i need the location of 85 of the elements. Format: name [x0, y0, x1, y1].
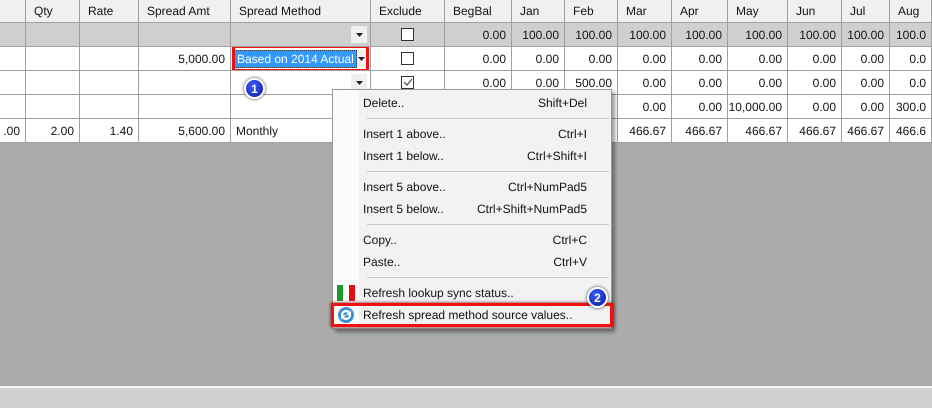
table-cell	[80, 95, 139, 119]
caret-icon	[356, 32, 362, 36]
column-header[interactable]: BegBal	[445, 0, 512, 23]
column-header[interactable]: Qty	[26, 0, 80, 23]
table-cell: 0.00	[788, 47, 842, 71]
table-cell: 0.00	[728, 71, 788, 95]
table-cell: 5,000.00	[139, 47, 231, 71]
table-cell	[26, 95, 80, 119]
table-cell: 0.00	[672, 71, 728, 95]
refresh-icon	[337, 306, 355, 324]
menu-item[interactable]: Refresh lookup sync status..	[333, 282, 587, 304]
menu-item[interactable]: Insert 5 above.. Ctrl+NumPad5	[333, 176, 587, 198]
table-cell: 100.00	[728, 23, 788, 47]
table-cell	[80, 23, 139, 47]
table-cell: 100.00	[565, 23, 618, 47]
column-header[interactable]: Apr	[672, 0, 728, 23]
table-cell: 466.67	[618, 119, 672, 143]
menu-item[interactable]: Insert 1 below.. Ctrl+Shift+I	[333, 145, 587, 167]
menu-item[interactable]: Delete.. Shift+Del	[333, 92, 587, 114]
table-cell: 0.00	[842, 47, 890, 71]
table-cell: 1.40	[80, 119, 139, 143]
menu-item[interactable]: Insert 5 below.. Ctrl+Shift+NumPad5	[333, 198, 587, 220]
table-cell	[0, 95, 26, 119]
table-cell	[80, 47, 139, 71]
caret-icon	[356, 80, 362, 84]
table-cell: 0.00	[842, 95, 890, 119]
table-cell: 100.00	[788, 23, 842, 47]
table-cell: 466.67	[788, 119, 842, 143]
column-header[interactable]: Exclude	[371, 0, 445, 23]
menu-item[interactable]: Paste.. Ctrl+V	[333, 251, 587, 273]
table-cell	[26, 23, 80, 47]
column-header[interactable]: Spread Method	[231, 0, 371, 23]
table-cell: 5,600.00	[139, 119, 231, 143]
column-header[interactable]: Mar	[618, 0, 672, 23]
flag-icon	[337, 284, 355, 302]
menu-item[interactable]: Refresh spread method source values..	[333, 304, 587, 326]
table-cell	[0, 47, 26, 71]
table-cell: 100.00	[512, 23, 565, 47]
column-header[interactable]: Feb	[565, 0, 618, 23]
table-cell: 0.00	[618, 71, 672, 95]
table-cell: 100.00	[618, 23, 672, 47]
scrollbar[interactable]	[0, 386, 932, 408]
table-cell: 466.67	[728, 119, 788, 143]
menu-item[interactable]: Copy.. Ctrl+C	[333, 229, 587, 251]
table-cell: 0.00	[842, 71, 890, 95]
table-cell: 300.0	[890, 95, 932, 119]
table-cell: 100.00	[842, 23, 890, 47]
table-cell: 0.00	[565, 47, 618, 71]
table-cell: 0.00	[445, 23, 512, 47]
table-cell: 100.00	[672, 23, 728, 47]
table-cell: 0.00	[445, 47, 512, 71]
column-header[interactable]: Jan	[512, 0, 565, 23]
table-cell	[0, 71, 26, 95]
table-cell: 466.67	[842, 119, 890, 143]
column-header[interactable]: Spread Amt	[139, 0, 231, 23]
column-header[interactable]: Aug	[890, 0, 932, 23]
table-cell: 10,000.00	[728, 95, 788, 119]
table-cell: 2.00	[26, 119, 80, 143]
table-cell: 0.00	[512, 47, 565, 71]
column-header[interactable]: Jun	[788, 0, 842, 23]
checkbox[interactable]	[401, 76, 414, 89]
table-cell: 0.00	[618, 47, 672, 71]
dropdown-button[interactable]	[351, 26, 367, 43]
table-cell: 0.00	[618, 95, 672, 119]
column-header[interactable]: Jul	[842, 0, 890, 23]
table-cell: 0.0	[890, 47, 932, 71]
table-cell: 0.00	[672, 95, 728, 119]
column-header[interactable]: May	[728, 0, 788, 23]
table-cell	[0, 23, 26, 47]
checkbox[interactable]	[401, 52, 414, 65]
column-header[interactable]: Rate	[80, 0, 139, 23]
table-cell: 0.00	[728, 47, 788, 71]
table-cell: 0.00	[672, 47, 728, 71]
table-cell: 466.67	[672, 119, 728, 143]
table-cell: 0.00	[788, 71, 842, 95]
checkbox[interactable]	[401, 28, 414, 41]
table-cell	[80, 71, 139, 95]
table-cell	[26, 71, 80, 95]
table-cell: 0.00	[788, 95, 842, 119]
selected-text: Based on 2014 Actual	[234, 50, 357, 68]
table-cell	[26, 47, 80, 71]
table-cell: 466.6	[890, 119, 932, 143]
table-cell: 0.0	[890, 71, 932, 95]
table-cell: 100.0	[890, 23, 932, 47]
table-cell: .00	[0, 119, 26, 143]
